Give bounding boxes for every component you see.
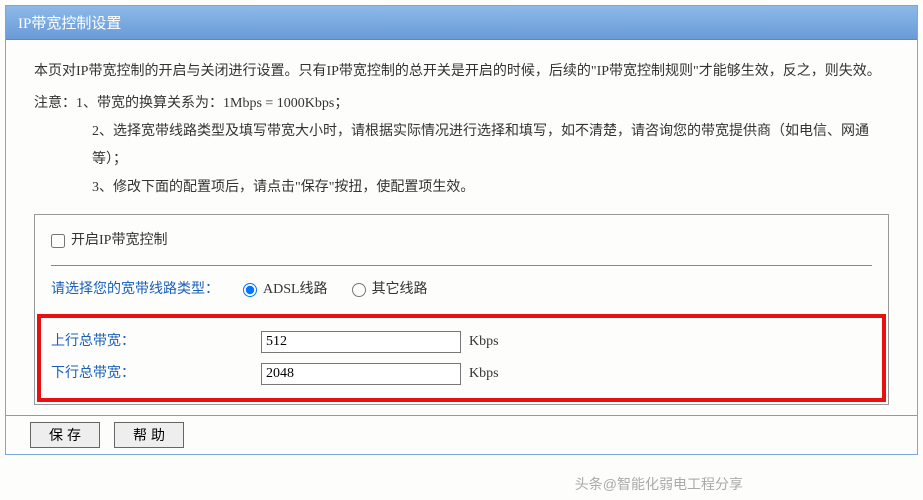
- radio-adsl[interactable]: [243, 283, 257, 297]
- line-type-row: 请选择您的宽带线路类型： ADSL线路 其它线路: [51, 276, 872, 304]
- note-line-3: 3、修改下面的配置项后，请点击"保存"按扭，使配置项生效。: [34, 174, 889, 202]
- downstream-unit: Kbps: [469, 360, 499, 388]
- enable-checkbox[interactable]: [51, 234, 65, 248]
- enable-row: 开启IP带宽控制: [51, 227, 872, 255]
- enable-label: 开启IP带宽控制: [71, 227, 167, 255]
- downstream-input[interactable]: [261, 363, 461, 385]
- note-line-1: 注意：1、带宽的换算关系为：1Mbps = 1000Kbps；: [34, 90, 889, 118]
- button-bar: 保存 帮助: [6, 415, 917, 454]
- watermark: 头条@智能化弱电工程分享: [575, 474, 743, 494]
- radio-other[interactable]: [352, 283, 366, 297]
- note-1-text: 1、带宽的换算关系为：1Mbps = 1000Kbps；: [76, 96, 348, 111]
- radio-other-group[interactable]: 其它线路: [352, 276, 428, 304]
- downstream-row: 下行总带宽： Kbps: [51, 360, 872, 388]
- bandwidth-highlight: 上行总带宽： Kbps 下行总带宽： Kbps: [37, 314, 886, 402]
- upstream-input[interactable]: [261, 331, 461, 353]
- radio-adsl-label: ADSL线路: [263, 276, 328, 304]
- note-label: 注意：: [34, 96, 76, 111]
- upstream-row: 上行总带宽： Kbps: [51, 328, 872, 356]
- line-type-label: 请选择您的宽带线路类型：: [51, 276, 219, 304]
- panel-body: 本页对IP带宽控制的开启与关闭进行设置。只有IP带宽控制的总开关是开启的时候，后…: [6, 40, 917, 415]
- radio-adsl-group[interactable]: ADSL线路: [243, 276, 328, 304]
- panel-title: IP带宽控制设置: [6, 6, 917, 40]
- settings-panel: IP带宽控制设置 本页对IP带宽控制的开启与关闭进行设置。只有IP带宽控制的总开…: [5, 5, 918, 455]
- downstream-label: 下行总带宽：: [51, 360, 261, 388]
- note-line-2: 2、选择宽带线路类型及填写带宽大小时，请根据实际情况进行选择和填写，如不清楚，请…: [34, 118, 889, 174]
- upstream-label: 上行总带宽：: [51, 328, 261, 356]
- radio-other-label: 其它线路: [372, 276, 428, 304]
- save-button[interactable]: 保存: [30, 422, 100, 448]
- intro-text: 本页对IP带宽控制的开启与关闭进行设置。只有IP带宽控制的总开关是开启的时候，后…: [34, 58, 889, 86]
- config-box: 开启IP带宽控制 请选择您的宽带线路类型： ADSL线路 其它线路 上行总带宽：: [34, 214, 889, 405]
- upstream-unit: Kbps: [469, 328, 499, 356]
- help-button[interactable]: 帮助: [114, 422, 184, 448]
- divider: [51, 265, 872, 266]
